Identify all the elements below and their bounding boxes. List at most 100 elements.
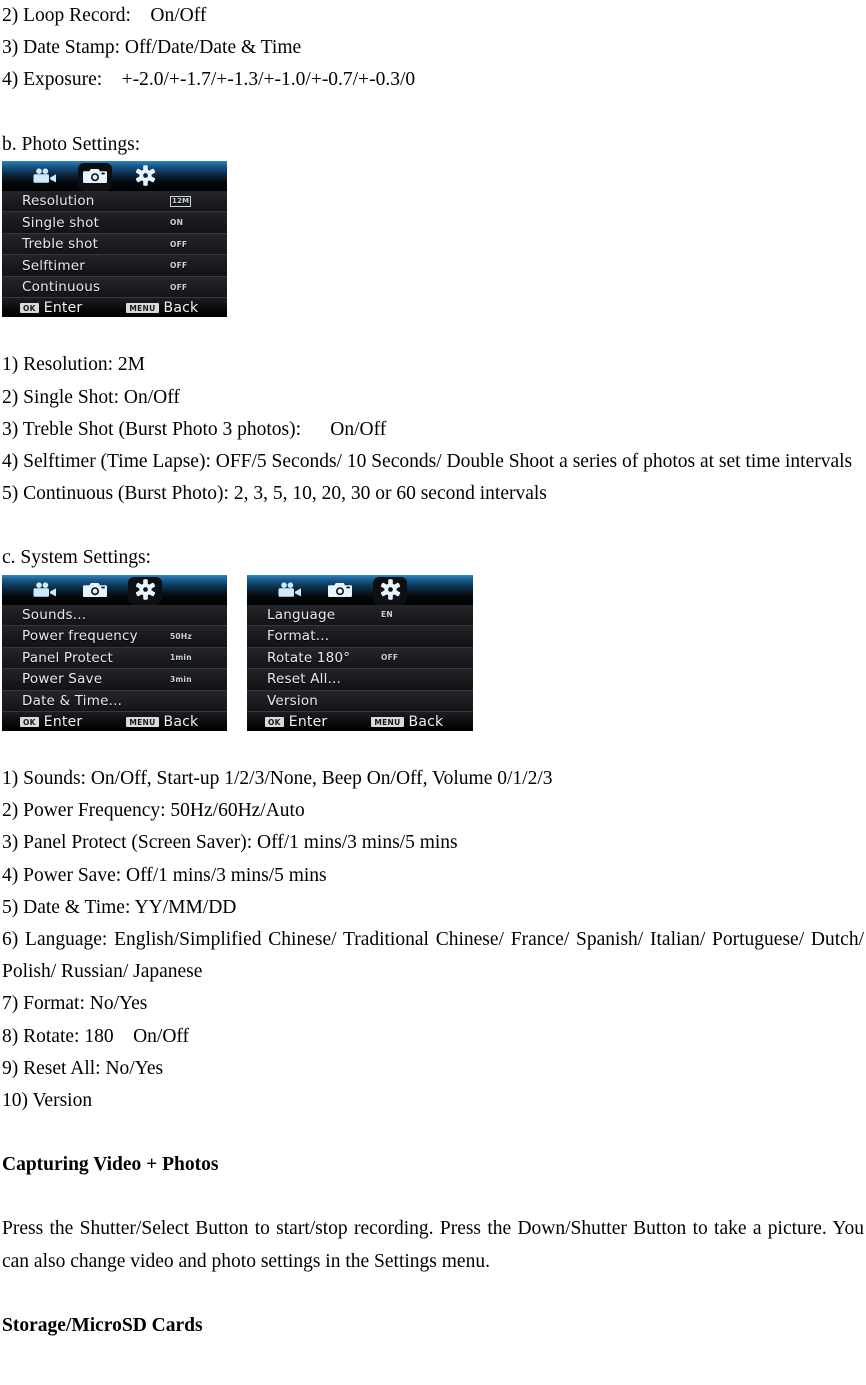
photo-setting-line: 4) Selftimer (Time Lapse): OFF/5 Seconds… (2, 450, 853, 472)
osd-menu-row-label: Single shot (22, 214, 100, 231)
ok-action-label: Enter (43, 299, 83, 316)
ok-key-badge: OK (20, 302, 39, 313)
capturing-heading: Capturing Video + Photos (2, 1154, 219, 1176)
osd-menu-row-value: 50Hz (170, 631, 192, 641)
osd-menu-row[interactable]: Power frequency 50Hz (2, 626, 227, 648)
menu-action-label: Back (163, 713, 199, 730)
osd-menu-row[interactable]: Sounds... (2, 604, 227, 627)
osd-menu-row[interactable]: Rotate 180° OFF (247, 647, 473, 670)
osd-menu-row-label: Version (267, 692, 319, 709)
osd-menu-row[interactable]: Version (247, 690, 473, 713)
osd-menu-row-label: Power frequency (22, 628, 138, 645)
osd-footer: OK Enter MENU Back (247, 712, 473, 732)
system-settings-heading: c. System Settings: (2, 547, 151, 569)
storage-heading: Storage/MicroSD Cards (2, 1314, 203, 1336)
gear-icon (135, 165, 155, 187)
tab-photo[interactable] (323, 576, 357, 604)
osd-menu-row[interactable]: Panel Protect 1min (2, 647, 227, 670)
system-settings-menu-screenshot-2: Language EN Format... Rotate 180° OFF Reset A… (247, 574, 473, 732)
system-setting-line: 1) Sounds: On/Off, Start-up 1/2/3/None, … (2, 768, 553, 790)
gear-icon (135, 579, 155, 600)
video-camera-icon (278, 581, 301, 597)
osd-menu-row-label: Power Save (22, 671, 103, 688)
tab-video[interactable] (28, 162, 62, 190)
photo-camera-icon (83, 169, 107, 184)
osd-menu-row-label: Continuous (22, 279, 101, 296)
tab-video[interactable] (28, 576, 62, 604)
osd-menu-row[interactable]: Selftimer OFF (2, 255, 227, 277)
video-camera-icon (33, 581, 56, 597)
osd-menu-row[interactable]: Continuous OFF (2, 276, 227, 299)
menu-action-label: Back (163, 299, 199, 316)
osd-menu-row-label: Rotate 180° (267, 649, 351, 666)
osd-menu-row[interactable]: Treble shot OFF (2, 233, 227, 256)
osd-menu-row[interactable]: Resolution 12M (2, 190, 227, 213)
ok-action-label: Enter (43, 713, 83, 730)
tab-photo[interactable] (78, 576, 112, 604)
menu-key-badge: MENU (126, 716, 159, 727)
system-setting-line: 5) Date & Time: YY/MM/DD (2, 896, 237, 918)
photo-settings-heading: b. Photo Settings: (2, 133, 141, 155)
tab-system[interactable] (373, 576, 407, 605)
osd-menu-row-value: 3min (170, 674, 192, 684)
photo-setting-line: 2) Single Shot: On/Off (2, 386, 180, 408)
photo-camera-icon (328, 583, 352, 598)
tab-video[interactable] (273, 576, 307, 604)
system-settings-screenshot-row: Sounds... Power frequency 50Hz Panel Protec… (2, 574, 864, 732)
osd-menu-row[interactable]: Format... (247, 626, 473, 648)
photo-settings-menu-screenshot: Resolution 12M Single shot ON Treble shot OFF… (2, 160, 227, 318)
system-setting-line: 2) Power Frequency: 50Hz/60Hz/Auto (2, 800, 305, 822)
osd-menu-row-label: Selftimer (22, 257, 85, 274)
osd-menu-row[interactable]: Reset All... (247, 669, 473, 691)
tab-system[interactable] (128, 162, 162, 190)
photo-setting-line: 5) Continuous (Burst Photo): 2, 3, 5, 10… (2, 483, 547, 505)
gear-icon (380, 579, 400, 600)
capturing-body: Press the Shutter/Select Button to start… (2, 1218, 864, 1272)
document-page: 2) Loop Record: On/Off 3) Date Stamp: Of… (0, 0, 866, 1385)
osd-tab-bar (2, 160, 227, 191)
ok-key-badge: OK (265, 716, 284, 727)
system-setting-line: 7) Format: No/Yes (2, 993, 148, 1015)
osd-tab-bar (247, 574, 473, 605)
system-setting-line: 9) Reset All: No/Yes (2, 1057, 164, 1079)
osd-menu-row-label: Reset All... (267, 671, 342, 688)
osd-menu-row-label: Panel Protect (22, 649, 114, 666)
system-setting-line: 8) Rotate: 180 On/Off (2, 1025, 190, 1047)
osd-menu-row-value: 1min (170, 653, 192, 663)
document-body: 2) Loop Record: On/Off 3) Date Stamp: Of… (0, 0, 866, 1342)
system-setting-line: 10) Version (2, 1090, 93, 1112)
osd-menu-row-value: 12M (170, 195, 192, 207)
photo-setting-line: 1) Resolution: 2M (2, 354, 146, 376)
system-settings-menu-screenshot-1: Sounds... Power frequency 50Hz Panel Protec… (2, 574, 227, 732)
osd-row-list: Language EN Format... Rotate 180° OFF Reset A… (247, 604, 473, 713)
osd-menu-row-label: Sounds... (22, 606, 87, 623)
system-setting-line: 3) Panel Protect (Screen Saver): Off/1 m… (2, 832, 458, 854)
osd-menu-row-value: OFF (170, 261, 188, 271)
menu-key-badge: MENU (371, 716, 404, 727)
video-camera-icon (33, 168, 56, 183)
system-setting-line: 6) Language: English/Simplified Chinese/… (2, 929, 864, 983)
photo-camera-icon (83, 583, 107, 598)
osd-row-list: Resolution 12M Single shot ON Treble shot OFF… (2, 190, 227, 299)
tab-system[interactable] (128, 576, 162, 605)
osd-menu-row-value: OFF (381, 653, 399, 663)
osd-menu-row-value: OFF (170, 282, 188, 292)
osd-row-list: Sounds... Power frequency 50Hz Panel Protec… (2, 604, 227, 713)
photo-setting-line: 3) Treble Shot (Burst Photo 3 photos): O… (2, 418, 387, 440)
osd-menu-row-value: OFF (170, 239, 188, 249)
osd-menu-row[interactable]: Date & Time... (2, 690, 227, 713)
osd-tab-bar (2, 574, 227, 605)
video-setting-line: 3) Date Stamp: Off/Date/Date & Time (2, 37, 302, 59)
tab-photo[interactable] (78, 162, 112, 191)
osd-menu-row-label: Resolution (22, 193, 95, 210)
osd-menu-row[interactable]: Power Save 3min (2, 669, 227, 691)
osd-menu-row[interactable]: Language EN (247, 604, 473, 627)
osd-menu-row[interactable]: Single shot ON (2, 212, 227, 234)
ok-key-badge: OK (20, 716, 39, 727)
